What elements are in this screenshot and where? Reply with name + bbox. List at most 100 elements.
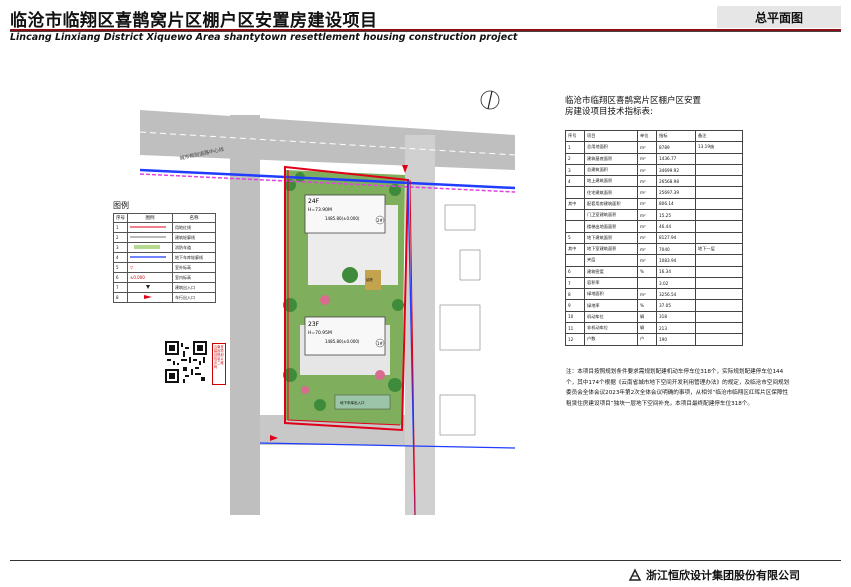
spec-cell-note [695, 288, 743, 301]
spec-cell-unit: m² [637, 141, 657, 154]
page-title: 临沧市临翔区喜鹊窝片区棚户区安置房建设项目 [10, 11, 378, 31]
spec-cell-value: 34699.92 [656, 163, 696, 177]
spec-header-no: 序号 [565, 129, 585, 143]
spec-cell-note [695, 276, 743, 290]
spec-cell-unit: 辆 [637, 310, 657, 324]
building1-height: H=73.90M [308, 207, 332, 213]
spec-cell-note [695, 220, 743, 233]
legend-row: 3 消防车道 [113, 242, 216, 253]
spec-cell-note [695, 299, 743, 312]
spec-row: 11 非机动车位辆 213 [565, 322, 743, 335]
spec-cell-no: 10 [565, 310, 585, 324]
spec-cell-item: 建筑密度 [584, 265, 638, 278]
spec-cell-item: 建筑基底面积 [584, 152, 638, 165]
spec-cell-value: 8789 [656, 141, 696, 154]
spec-row: 9 绿地率% 37.05 [565, 299, 743, 312]
spec-cell-note [695, 152, 743, 165]
neighbour-outlines [439, 204, 481, 436]
spec-cell-item: 门卫室建筑面积 [584, 209, 638, 222]
legend-header-symbol: 图例 [127, 213, 173, 223]
spec-cell-no: 4 [565, 175, 585, 188]
spec-cell-item: 配套用房建筑面积 [584, 197, 638, 211]
spec-cell-unit: m² [637, 231, 657, 244]
spec-row: 2 建筑基底面积 m² 1436.77 [565, 152, 743, 165]
spec-row: 10 机动车位辆 318 [565, 310, 743, 324]
spec-header-note: 备注 [695, 129, 743, 143]
spec-cell-note [695, 209, 743, 222]
legend-header-name: 名称 [172, 213, 216, 223]
spec-cell-value: 25697.39 [656, 186, 696, 199]
spec-cell-no: 5 [565, 231, 585, 244]
spec-cell-unit: 户 [637, 333, 657, 346]
company-name: 浙江恒欣设计集团股份有限公司 [646, 569, 800, 582]
spec-cell-item: 总用地面积 [584, 141, 638, 154]
spec-cell-unit: m² [637, 152, 657, 165]
spec-cell-no: 其中 [565, 242, 585, 256]
spec-cell-item: 地下室建筑面积 [584, 242, 638, 256]
spec-cell-item: 地下建筑面积 [584, 231, 638, 244]
spec-cell-item: 楼梯出地面面积 [584, 220, 638, 233]
kindergarten-label: 幼托 [366, 277, 374, 282]
spec-row: 5 地下建筑面积 m² 8127.94 [565, 231, 743, 244]
spec-cell-note [695, 333, 743, 346]
spec-cell-item: 住宅建筑面积 [584, 186, 638, 199]
legend-row: 5 ▽ 室外标高 [113, 262, 216, 273]
spec-cell-no: 9 [565, 299, 585, 312]
spec-row: 12 户数户 190 [565, 333, 743, 346]
spec-cell-unit: % [637, 265, 657, 278]
spec-cell-no [565, 220, 585, 233]
road-north [140, 110, 515, 170]
spec-cell-note [695, 254, 743, 267]
spec-cell-no: 8 [565, 288, 585, 301]
spec-cell-no: 1 [565, 141, 585, 154]
legend-row: 6 ±0.000 室内标高 [113, 272, 216, 283]
spec-cell-unit: m² [637, 242, 657, 256]
building2-elevation: 1485.80(±0.000) [325, 339, 360, 344]
spec-cell-unit: m² [637, 209, 657, 222]
drawing-type-badge: 总平面图 [717, 6, 841, 28]
page-subtitle: Lincang Linxiang District Xiquewo Area s… [10, 32, 518, 43]
spec-cell-no: 其中 [565, 197, 585, 211]
spec-cell-value: 3.02 [656, 276, 696, 290]
spec-row: 1 总用地面积 m² 8789 13.19亩 [565, 141, 743, 154]
spec-cell-item: 户数 [584, 333, 638, 346]
spec-row: 楼梯出地面面积 m² 46.44 [565, 220, 743, 233]
spec-cell-unit: 辆 [637, 322, 657, 335]
spec-cell-item: 地上建筑面积 [584, 175, 638, 188]
spec-cell-unit: % [637, 299, 657, 312]
spec-cell-value: 26568.98 [656, 175, 696, 188]
spec-cell-item: 总建筑面积 [584, 163, 638, 177]
building2-no: 1# [377, 341, 384, 346]
spec-cell-item: 机动车位 [584, 310, 638, 324]
spec-cell-unit: m² [637, 175, 657, 188]
spec-cell-no: 2 [565, 152, 585, 165]
legend-row: 8 车行出入口 [113, 292, 216, 303]
spec-cell-item: 非机动车位 [584, 322, 638, 335]
spec-header-item: 项目 [584, 129, 638, 143]
spec-cell-no: 12 [565, 333, 585, 346]
spec-cell-note [695, 186, 743, 199]
spec-cell-no: 7 [565, 276, 585, 290]
spec-cell-unit: m² [637, 220, 657, 233]
building1-floors: 24F [308, 198, 320, 205]
spec-row: 夹层 m² 1083.94 [565, 254, 743, 267]
building1-elevation: 1485.80(±0.000) [325, 216, 360, 221]
spec-cell-value: 7040 [656, 242, 696, 256]
spec-cell-value: 1083.94 [656, 254, 696, 267]
building1-no: 2# [377, 218, 384, 223]
legend-row: 2 建筑轮廓线 [113, 232, 216, 243]
spec-cell-unit: m² [637, 163, 657, 177]
spec-cell-unit [637, 276, 657, 290]
spec-cell-value: 806.14 [656, 197, 696, 211]
spec-row: 8 绿地面积 m² 3256.54 [565, 288, 743, 301]
project-note: 注：本项目按照规划条件要求需规划配建机动车停车位318个，实际规划配建停车位14… [566, 369, 790, 407]
spec-cell-unit: m² [637, 197, 657, 211]
spec-cell-value: 318 [656, 310, 696, 324]
spec-cell-item: 夹层 [584, 254, 638, 267]
company-logo: 浙江恒欣设计集团股份有限公司 [628, 567, 800, 583]
qr-code-icon[interactable] [165, 341, 207, 383]
building2-height: H=70.95M [308, 330, 332, 336]
spec-cell-note: 13.19亩 [695, 141, 743, 154]
spec-table: 序号 项目 单位 指标 备注 1 总用地面积 m² 8789 13.19亩 2 建筑基底面积… [565, 129, 743, 346]
spec-cell-note [695, 175, 743, 188]
